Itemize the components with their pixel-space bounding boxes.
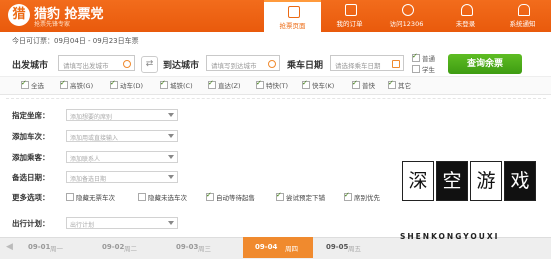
date-tab[interactable]: 09-02 周二 bbox=[94, 237, 142, 258]
nav-tab-orders[interactable]: 我的订单 bbox=[321, 0, 378, 32]
date-tab[interactable]: 09-01 周一 bbox=[20, 237, 68, 258]
nav-tab-login[interactable]: 未登录 bbox=[437, 0, 494, 32]
student-ticket-checkbox[interactable] bbox=[412, 65, 420, 73]
date-tab-active[interactable]: 09-04 周四 bbox=[243, 237, 313, 258]
student-ticket-label: 学生 bbox=[422, 66, 435, 74]
backup-date-label: 备选日期： bbox=[12, 173, 50, 182]
chevron-left-icon[interactable]: ◀ bbox=[6, 242, 13, 252]
checkbox[interactable] bbox=[208, 79, 216, 89]
seat-label: 指定坐席： bbox=[12, 111, 50, 120]
nav-tab-notice[interactable]: 系统通知 bbox=[494, 0, 551, 32]
nav-label: 抢票页面 bbox=[279, 22, 306, 30]
checkbox[interactable] bbox=[160, 79, 168, 89]
checkbox[interactable] bbox=[110, 79, 118, 89]
logo-icon: 猎 bbox=[8, 4, 30, 26]
chevron-down-icon bbox=[168, 134, 174, 138]
travel-plan-placeholder: 出行计划 bbox=[70, 222, 95, 229]
passenger-label: 添加乘客： bbox=[12, 153, 50, 162]
normal-ticket-label: 普通 bbox=[422, 55, 435, 63]
checkbox[interactable] bbox=[206, 191, 214, 201]
location-icon bbox=[123, 60, 131, 68]
backup-date-select[interactable]: 添加备选日期 bbox=[66, 171, 178, 183]
normal-ticket-checkbox[interactable] bbox=[412, 52, 420, 62]
nav-label: 未登录 bbox=[455, 20, 476, 28]
checkbox[interactable] bbox=[276, 191, 284, 201]
chevron-down-icon bbox=[168, 175, 174, 179]
from-city-placeholder: 请填写出发城市 bbox=[63, 62, 109, 70]
train-select[interactable]: 添加用或直接输入 bbox=[66, 130, 178, 142]
checkbox[interactable] bbox=[256, 79, 264, 89]
globe-icon bbox=[402, 4, 414, 16]
chevron-down-icon bbox=[168, 221, 174, 225]
watermark-char: 戏 bbox=[504, 161, 536, 201]
location-icon bbox=[268, 60, 276, 68]
divider bbox=[6, 98, 546, 99]
query-tickets-button[interactable]: 查询余票 bbox=[448, 54, 522, 74]
nav-tab-12306[interactable]: 访问12306 bbox=[378, 0, 435, 32]
watermark-subtitle: SHENKONGYOUXI bbox=[400, 232, 500, 241]
train-placeholder: 添加用或直接输入 bbox=[70, 135, 119, 142]
date-tab[interactable]: 09-03 周三 bbox=[168, 237, 216, 258]
date-tab[interactable]: 09-05 周五 bbox=[318, 237, 366, 258]
checkbox[interactable] bbox=[138, 193, 146, 201]
nav-label: 访问12306 bbox=[389, 20, 424, 28]
checkbox[interactable] bbox=[302, 79, 310, 89]
backup-date-placeholder: 添加备选日期 bbox=[70, 176, 107, 183]
checkbox[interactable] bbox=[60, 79, 68, 89]
watermark-char: 游 bbox=[470, 161, 502, 201]
nav-label: 系统通知 bbox=[509, 20, 536, 28]
from-city-label: 出发城市 bbox=[12, 61, 49, 71]
passenger-select[interactable]: 添加联系人 bbox=[66, 151, 178, 163]
travel-date-placeholder: 请选择乘车日期 bbox=[335, 62, 381, 70]
checkbox[interactable] bbox=[21, 79, 29, 89]
checkbox[interactable] bbox=[344, 191, 352, 201]
to-city-input[interactable]: 请填写到达城市 bbox=[206, 55, 280, 71]
order-icon bbox=[345, 4, 357, 16]
more-options-label: 更多选项： bbox=[12, 193, 50, 202]
seat-select[interactable]: 添加想要的席别 bbox=[66, 109, 178, 121]
nav-tab-grab[interactable]: 抢票页面 bbox=[264, 0, 321, 32]
train-label: 添加车次： bbox=[12, 132, 50, 141]
nav-label: 我的订单 bbox=[336, 20, 363, 28]
user-icon bbox=[461, 4, 473, 16]
travel-date-input[interactable]: 请选择乘车日期 bbox=[330, 55, 404, 71]
from-city-input[interactable]: 请填写出发城市 bbox=[58, 55, 135, 71]
travel-plan-select[interactable]: 出行计划 bbox=[66, 217, 178, 229]
to-city-label: 到达城市 bbox=[163, 61, 200, 71]
chevron-down-icon bbox=[168, 155, 174, 159]
bookable-date-range: 今日可订票：09月04日 - 09月23日车票 bbox=[12, 37, 139, 45]
chevron-down-icon bbox=[168, 113, 174, 117]
checkbox[interactable] bbox=[388, 79, 396, 89]
passenger-placeholder: 添加联系人 bbox=[70, 156, 101, 163]
brand-subtitle: 抢票先锋专家 bbox=[34, 21, 71, 28]
watermark-char: 深 bbox=[402, 161, 434, 201]
ticket-icon bbox=[288, 6, 300, 18]
watermark-char: 空 bbox=[436, 161, 468, 201]
calendar-icon bbox=[392, 60, 400, 68]
checkbox[interactable] bbox=[352, 79, 360, 89]
seat-placeholder: 添加想要的席别 bbox=[70, 114, 113, 121]
to-city-placeholder: 请填写到达城市 bbox=[211, 62, 257, 70]
travel-date-label: 乘车日期 bbox=[287, 61, 324, 71]
bell-icon bbox=[518, 4, 530, 16]
travel-plan-label: 出行计划： bbox=[12, 219, 50, 228]
checkbox[interactable] bbox=[66, 193, 74, 201]
swap-cities-button[interactable]: ⇄ bbox=[141, 56, 158, 73]
